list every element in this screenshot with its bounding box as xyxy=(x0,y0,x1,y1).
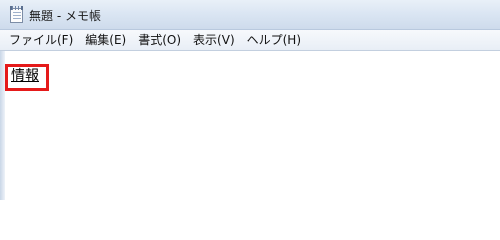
menu-help[interactable]: ヘルプ(H) xyxy=(242,30,306,50)
document-text[interactable]: 情報 xyxy=(11,68,39,84)
text-editor-area[interactable] xyxy=(5,51,500,200)
menu-bar: ファイル(F) 編集(E) 書式(O) 表示(V) ヘルプ(H) xyxy=(0,30,500,51)
menu-format[interactable]: 書式(O) xyxy=(133,30,186,50)
menu-view[interactable]: 表示(V) xyxy=(188,30,240,50)
notepad-icon[interactable] xyxy=(10,6,23,23)
menu-file[interactable]: ファイル(F) xyxy=(4,30,78,50)
title-bar[interactable]: 無題 - メモ帳 xyxy=(0,0,500,30)
notepad-window: 無題 - メモ帳 ファイル(F) 編集(E) 書式(O) 表示(V) ヘルプ(H… xyxy=(0,0,500,200)
window-title: 無題 - メモ帳 xyxy=(29,9,101,23)
menu-edit[interactable]: 編集(E) xyxy=(80,30,131,50)
